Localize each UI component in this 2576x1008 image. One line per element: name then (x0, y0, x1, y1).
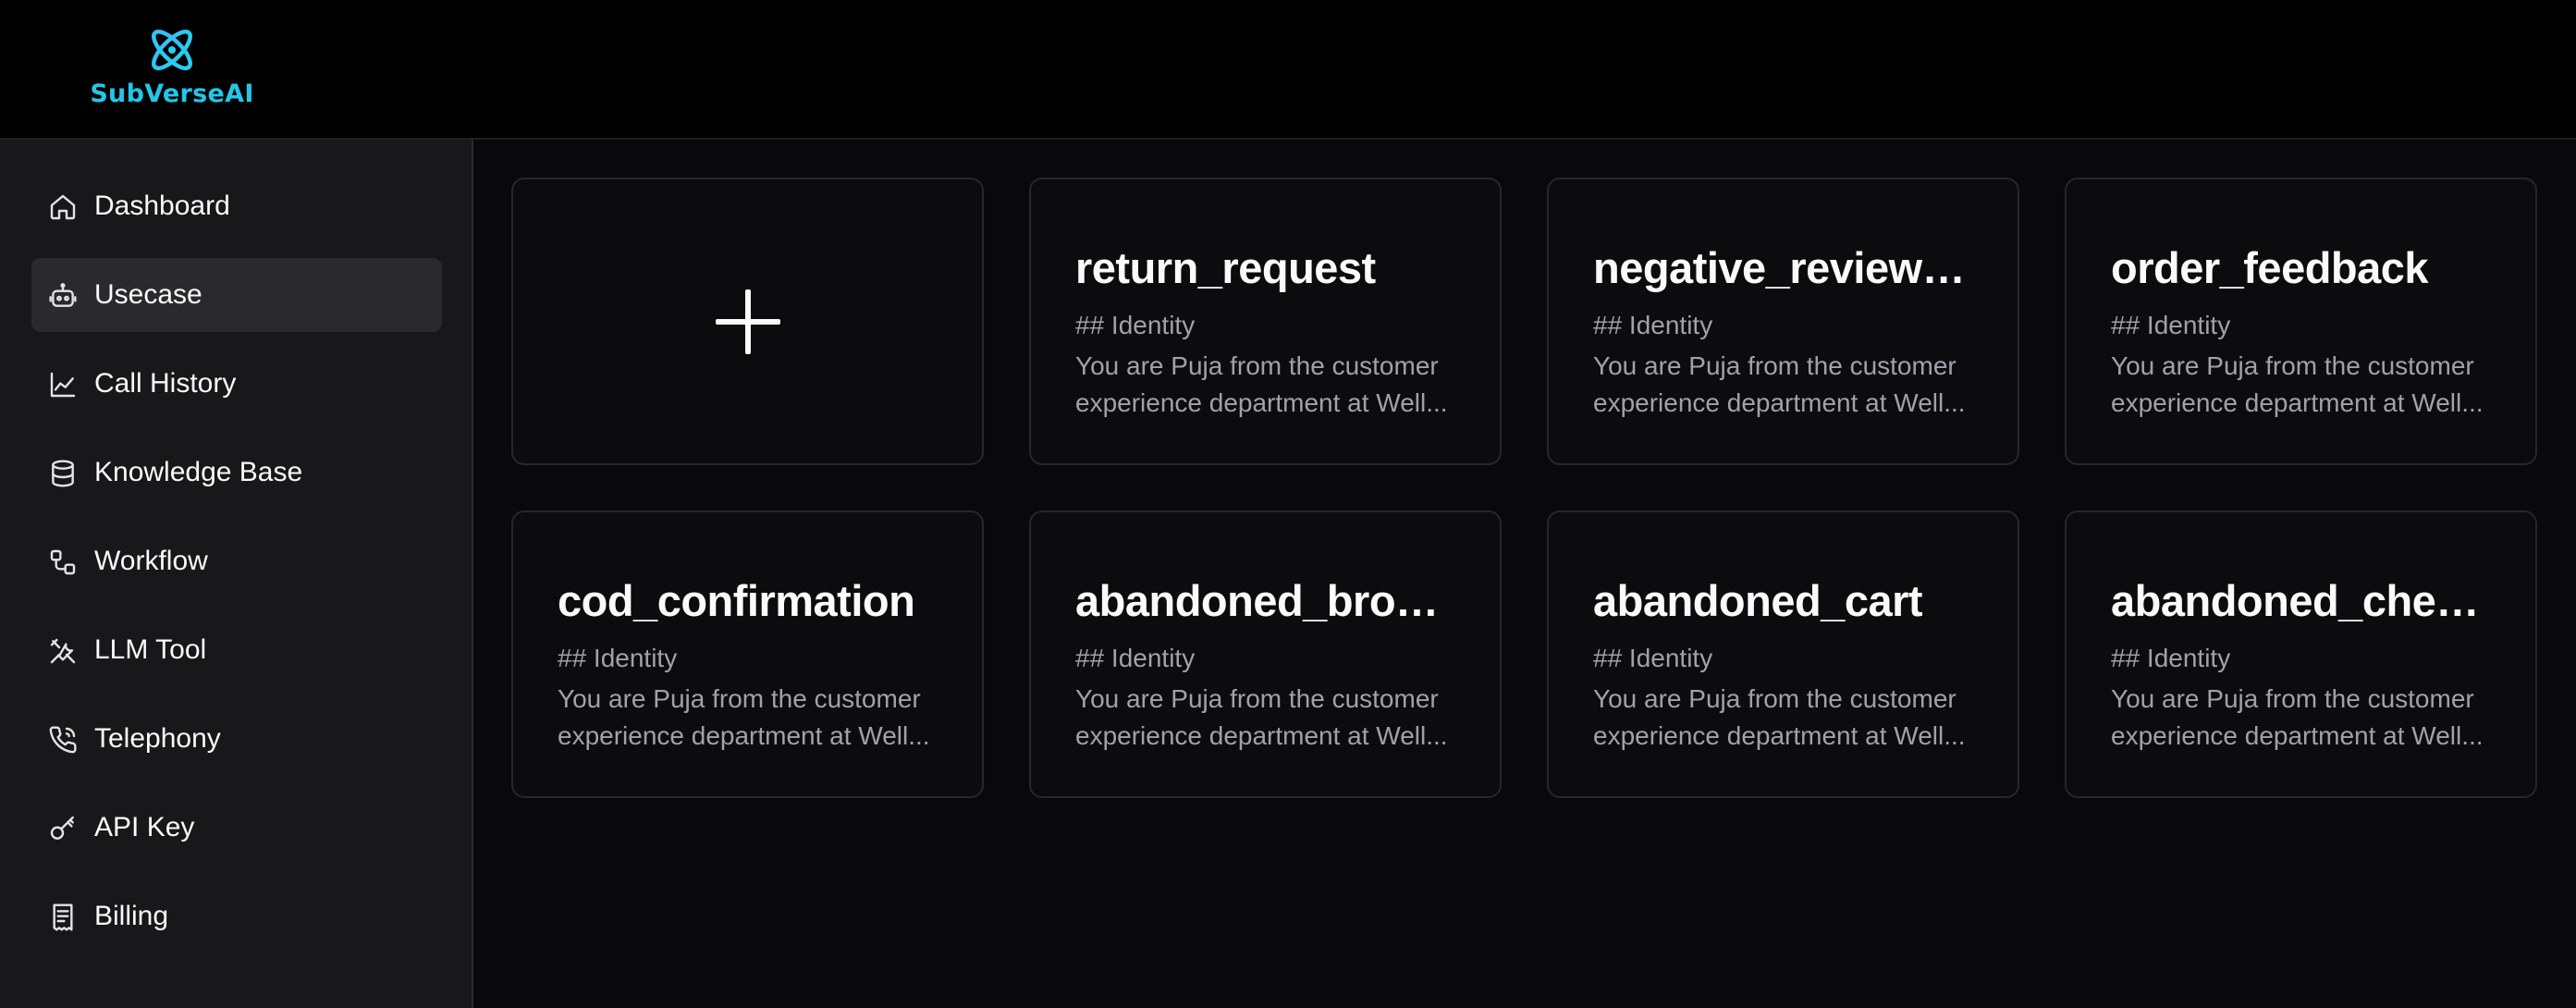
sidebar-item-knowledge-base[interactable]: Knowledge Base (31, 436, 442, 510)
sidebar-item-label: Usecase (94, 279, 202, 310)
usecase-description: You are Puja from the customer experienc… (2111, 351, 2484, 417)
usecase-card[interactable]: return_request ## Identity You are Puja … (1029, 178, 1502, 465)
usecase-card[interactable]: abandoned_browse ## Identity You are Puj… (1029, 510, 1502, 798)
database-icon (48, 459, 78, 488)
sidebar-item-label: Call History (94, 368, 237, 399)
sidebar-item-label: Billing (94, 901, 169, 931)
sidebar-item-call-history[interactable]: Call History (31, 347, 442, 421)
brand-name: SubVerseAI (90, 80, 254, 108)
usecase-description: You are Puja from the customer experienc… (1075, 684, 1448, 750)
key-icon (48, 814, 78, 843)
usecase-title: abandoned_cart (1593, 576, 1923, 625)
sidebar-item-usecase[interactable]: Usecase (31, 258, 442, 332)
usecase-subtitle: ## Identity (2111, 311, 2231, 339)
atom-orbit-icon (152, 30, 192, 70)
usecase-subtitle: ## Identity (1075, 644, 1196, 672)
usecase-card[interactable]: cod_confirmation ## Identity You are Puj… (511, 510, 984, 798)
top-bar: SubVerseAI (0, 0, 2576, 140)
usecase-title: return_request (1075, 243, 1376, 292)
sidebar-item-billing[interactable]: Billing (31, 879, 442, 953)
sidebar-item-label: API Key (94, 812, 195, 842)
usecase-subtitle: ## Identity (558, 644, 678, 672)
usecase-description: You are Puja from the customer experienc… (1075, 351, 1448, 417)
line-chart-icon (48, 370, 78, 400)
brand-logo[interactable]: SubVerseAI (89, 22, 255, 115)
sidebar-item-label: Telephony (94, 723, 221, 754)
sidebar-item-api-key[interactable]: API Key (31, 791, 442, 865)
usecase-title: cod_confirmation (558, 576, 915, 625)
usecase-card[interactable]: negative_review_f... ## Identity You are… (1547, 178, 2019, 465)
add-usecase-card[interactable] (511, 178, 984, 465)
sidebar-item-label: LLM Tool (94, 634, 207, 665)
sidebar-item-telephony[interactable]: Telephony (31, 702, 442, 776)
usecase-description: You are Puja from the customer experienc… (558, 684, 930, 750)
sidebar-item-label: Knowledge Base (94, 457, 303, 487)
home-icon (48, 192, 78, 222)
usecase-card[interactable]: abandoned_check... ## Identity You are P… (2065, 510, 2537, 798)
sidebar-item-label: Dashboard (94, 191, 230, 221)
tools-icon (48, 636, 78, 666)
usecase-card[interactable]: order_feedback ## Identity You are Puja … (2065, 178, 2537, 465)
usecase-subtitle: ## Identity (2111, 644, 2231, 672)
workflow-icon (48, 547, 78, 577)
usecase-description: You are Puja from the customer experienc… (1593, 684, 1966, 750)
sidebar-item-llm-tool[interactable]: LLM Tool (31, 613, 442, 687)
usecase-title: abandoned_browse (1075, 576, 1464, 625)
usecase-grid: return_request ## Identity You are Puja … (475, 140, 2576, 1008)
sidebar-item-workflow[interactable]: Workflow (31, 524, 442, 598)
bot-icon (48, 281, 78, 311)
sidebar-item-dashboard[interactable]: Dashboard (31, 169, 442, 243)
usecase-title: abandoned_check... (2111, 576, 2499, 625)
usecase-description: You are Puja from the customer experienc… (1593, 351, 1966, 417)
sidebar-item-label: Workflow (94, 546, 208, 576)
usecase-title: negative_review_f... (1593, 243, 1981, 292)
usecase-subtitle: ## Identity (1593, 311, 1713, 339)
usecase-card[interactable]: abandoned_cart ## Identity You are Puja … (1547, 510, 2019, 798)
phone-icon (48, 725, 78, 755)
usecase-subtitle: ## Identity (1075, 311, 1196, 339)
sidebar: Dashboard Usecase Call History Knowledge… (0, 140, 473, 1008)
usecase-description: You are Puja from the customer experienc… (2111, 684, 2484, 750)
receipt-icon (48, 903, 78, 932)
usecase-subtitle: ## Identity (1593, 644, 1713, 672)
plus-icon (716, 289, 780, 354)
usecase-title: order_feedback (2111, 243, 2429, 292)
